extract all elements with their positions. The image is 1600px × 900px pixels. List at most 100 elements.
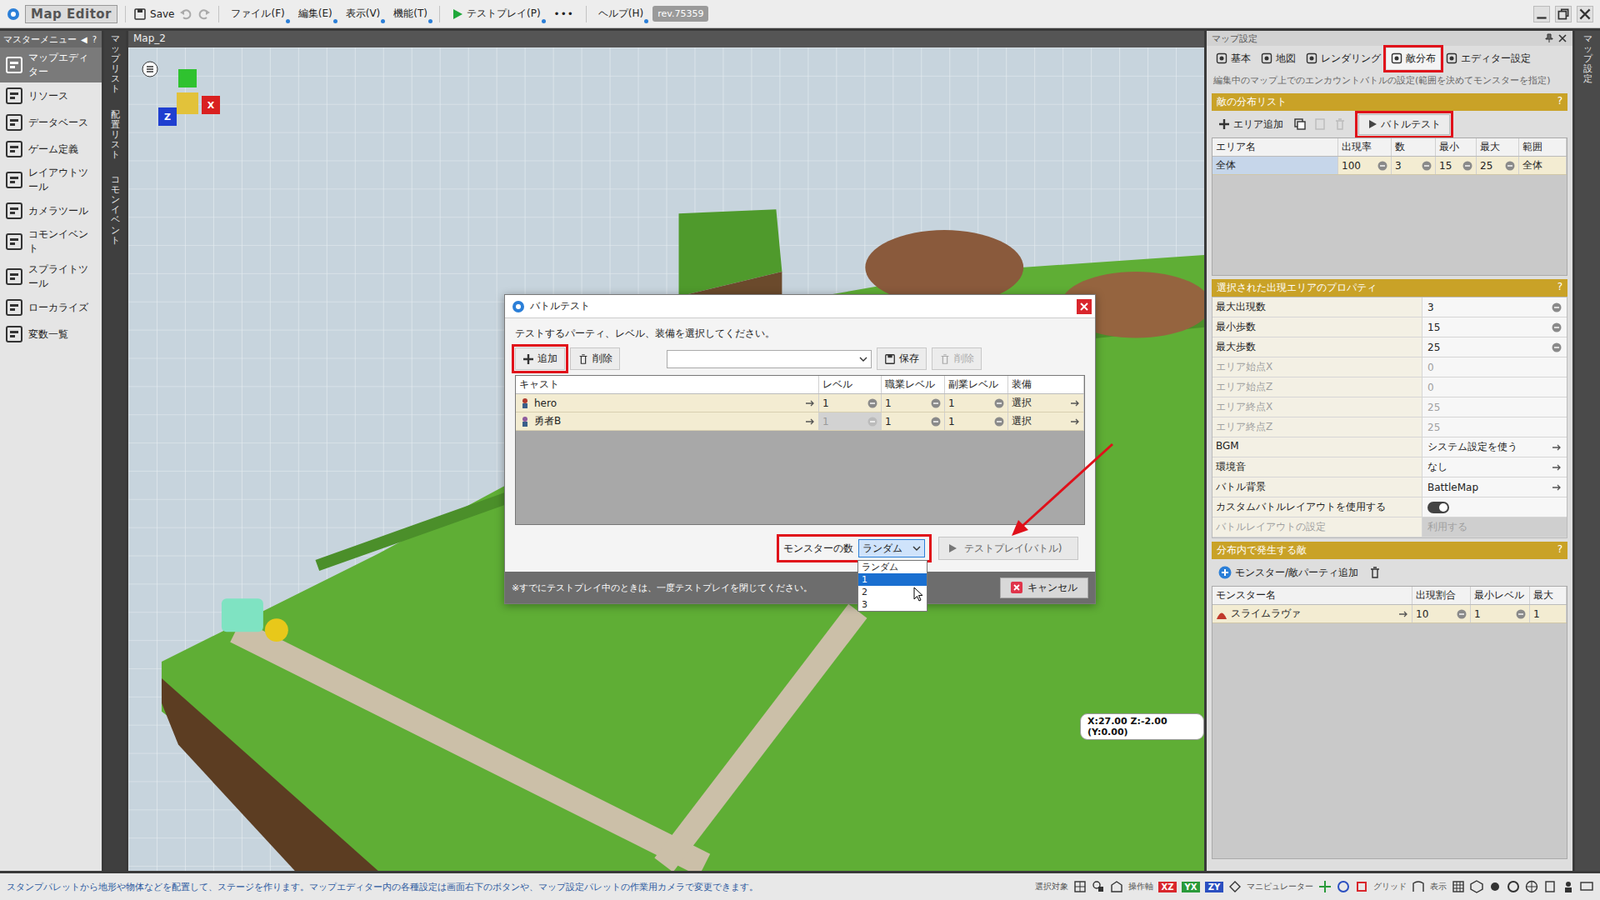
property-row[interactable]: BGM システム設定を使う [1212, 437, 1567, 458]
save-preset-button[interactable]: 保存 [876, 347, 927, 370]
arrow-icon[interactable] [805, 416, 815, 427]
preset-dropdown[interactable] [666, 350, 872, 369]
spinner-icon[interactable] [1505, 160, 1515, 171]
object-select-icon[interactable] [1091, 880, 1105, 894]
toggle-switch[interactable] [1427, 501, 1450, 514]
settings-tab[interactable]: 基本 [1211, 48, 1255, 70]
spinner-icon[interactable] [1551, 322, 1562, 333]
testplay-button[interactable]: テストプレイ(P) [447, 4, 545, 24]
sidebar-item[interactable]: ゲーム定義 [0, 135, 102, 163]
copy-icon[interactable] [1293, 117, 1307, 131]
arrow-icon[interactable] [805, 398, 815, 409]
table-row[interactable]: hero 1 1 1 選択 [515, 394, 1085, 413]
property-row[interactable]: 最大出現数 3 [1212, 297, 1567, 318]
spinner-icon[interactable] [930, 398, 941, 409]
save-button[interactable]: Save [133, 7, 175, 21]
add-area-button[interactable]: エリア追加 [1215, 115, 1287, 134]
add-cast-button[interactable]: 追加 [515, 347, 565, 370]
side-tab[interactable]: コモンイベント [110, 175, 120, 246]
spinner-icon[interactable] [930, 416, 941, 427]
settings-tab[interactable]: 敵分布 [1386, 48, 1440, 70]
delete-preset-button[interactable]: 削除 [931, 347, 982, 370]
spinner-icon[interactable] [1421, 160, 1432, 171]
arrow-icon[interactable] [1551, 482, 1562, 493]
spinner-icon[interactable] [1462, 160, 1473, 171]
axis-button[interactable]: YX [1181, 881, 1200, 893]
menu-item[interactable]: 編集(E) [294, 4, 337, 24]
property-row[interactable]: 環境音 なし [1212, 457, 1567, 478]
trash-icon[interactable] [1368, 565, 1382, 580]
arrow-icon[interactable] [1070, 416, 1080, 427]
minimize-icon[interactable] [1533, 5, 1550, 23]
view-icon[interactable] [1451, 880, 1465, 894]
more-button[interactable]: ••• [550, 5, 579, 23]
add-monster-button[interactable]: モンスター/敵パーティ追加 [1215, 564, 1362, 582]
paste-icon[interactable] [1313, 117, 1327, 131]
sidebar-item[interactable]: ローカライズ [0, 294, 102, 321]
property-row[interactable]: エリア始点X 0 [1212, 357, 1567, 378]
light-icon[interactable] [1488, 880, 1502, 894]
y-axis-cube[interactable] [178, 69, 197, 88]
arrow-icon[interactable] [1070, 398, 1080, 409]
help-menu[interactable]: ヘルプ(H) [594, 4, 648, 24]
monster-count-select[interactable]: ランダム [858, 539, 925, 558]
table-row[interactable]: スライムラヴァ 10 1 1 [1212, 605, 1567, 624]
settings-tab[interactable]: レンダリング [1301, 48, 1385, 70]
sidebar-item[interactable]: スプライトツール [0, 259, 102, 295]
restore-icon[interactable] [1555, 5, 1572, 23]
spinner-icon[interactable] [1551, 342, 1562, 353]
sidebar-item[interactable]: レイアウトツール [0, 162, 102, 198]
sidebar-item[interactable]: マップエディター [0, 47, 102, 83]
layer-icon[interactable] [1543, 880, 1557, 894]
character-icon[interactable] [1561, 880, 1575, 894]
building-icon[interactable] [1110, 880, 1124, 894]
table-row[interactable]: 全体 100 3 15 25 全体 [1212, 156, 1567, 175]
property-row[interactable]: エリア終点X 25 [1212, 397, 1567, 418]
property-row[interactable]: バトル背景 BattleMap [1212, 477, 1567, 498]
z-axis-cube[interactable]: Z [158, 107, 177, 126]
sidebar-item[interactable]: 変数一覧 [0, 320, 102, 348]
close-dialog-icon[interactable] [1076, 299, 1092, 315]
x-axis-cube[interactable]: X [201, 95, 220, 115]
spinner-icon[interactable] [1456, 609, 1467, 620]
property-row[interactable]: 最小歩数 15 [1212, 317, 1567, 338]
sun-icon[interactable] [1506, 880, 1520, 894]
test-battle-button[interactable]: テストプレイ(バトル) [938, 536, 1079, 560]
side-tab[interactable]: マップ設定 [1583, 34, 1593, 85]
close-window-icon[interactable] [1576, 5, 1594, 23]
view-menu-icon[interactable] [141, 60, 159, 78]
close-panel-icon[interactable] [1557, 33, 1568, 44]
spinner-icon[interactable] [867, 416, 878, 427]
arrow-icon[interactable] [1551, 442, 1562, 453]
property-row[interactable]: エリア終点Z 25 [1212, 417, 1567, 438]
side-tab[interactable]: 配置リスト [110, 110, 120, 160]
collapse-button[interactable]: ◀ [79, 35, 90, 45]
arrow-icon[interactable] [1398, 609, 1409, 620]
help-button[interactable]: ? [90, 35, 99, 45]
axis-button[interactable]: ZY [1205, 881, 1224, 893]
property-row[interactable]: バトルレイアウトの設定 利用する [1212, 517, 1567, 538]
redo-icon[interactable] [197, 7, 211, 21]
table-row[interactable]: 勇者B 1 1 1 選択 [515, 412, 1085, 431]
spinner-icon[interactable] [1377, 160, 1388, 171]
axis-gizmo[interactable]: Z X [151, 69, 219, 136]
sidebar-item[interactable]: カメラツール [0, 197, 102, 225]
trash-icon[interactable] [1333, 117, 1347, 131]
spinner-icon[interactable] [1515, 609, 1526, 620]
cancel-button[interactable]: キャンセル [1000, 577, 1089, 599]
dropdown-option[interactable]: 3 [858, 598, 927, 611]
settings-tab[interactable]: 地図 [1256, 48, 1300, 70]
center-cube[interactable] [176, 92, 199, 115]
side-tab[interactable]: マップリスト [110, 34, 120, 95]
spinner-icon[interactable] [1551, 302, 1562, 313]
arrow-icon[interactable] [1551, 462, 1562, 473]
menu-item[interactable]: 表示(V) [341, 4, 385, 24]
rotate-icon[interactable] [1336, 880, 1350, 894]
spinner-icon[interactable] [994, 398, 1005, 409]
cube-icon[interactable] [1470, 880, 1484, 894]
sidebar-item[interactable]: データベース [0, 109, 102, 136]
spinner-icon[interactable] [867, 398, 878, 409]
grid-icon[interactable] [1411, 880, 1425, 894]
grid-select-icon[interactable] [1073, 880, 1087, 894]
settings-tab[interactable]: エディター設定 [1441, 48, 1535, 70]
